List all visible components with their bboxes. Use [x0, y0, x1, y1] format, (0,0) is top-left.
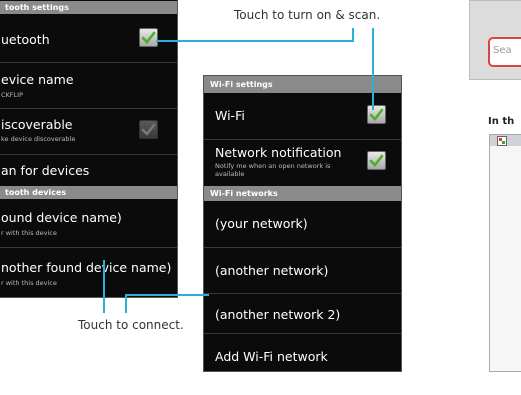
add-wifi-network-row[interactable]: Add Wi-Fi network — [204, 333, 401, 371]
bluetooth-settings-header: tooth settings — [0, 1, 177, 14]
add-wifi-network-label: Add Wi-Fi network — [215, 349, 328, 364]
network-row[interactable]: (your network) — [204, 201, 401, 247]
device-name-row[interactable]: evice name CKFLIP — [0, 62, 177, 109]
network-label: (another network) — [215, 263, 329, 278]
found-device-row[interactable]: ound device name) r with this device — [0, 200, 177, 247]
search-box[interactable]: Sea — [488, 37, 521, 67]
device-name-label: evice name — [1, 72, 74, 87]
discoverable-description: ke device discoverable — [1, 135, 76, 143]
network-notification-checkbox[interactable] — [367, 151, 386, 170]
network-label: (your network) — [215, 216, 308, 231]
bluetooth-label: uetooth — [1, 32, 50, 47]
bluetooth-settings-panel: tooth settings uetooth evice name CKFLIP… — [0, 0, 178, 298]
checkmark-icon — [141, 31, 156, 44]
network-notification-row[interactable]: Network notification Notify me when an o… — [204, 139, 401, 186]
callout-connector — [125, 294, 209, 296]
wifi-networks-header: Wi-Fi networks — [204, 186, 401, 201]
found-device-label: ound device name) — [1, 210, 122, 225]
callout-connector — [125, 296, 127, 313]
discoverable-label: iscoverable — [1, 117, 73, 132]
network-label: (another network 2) — [215, 307, 341, 322]
callout-connector — [103, 260, 105, 313]
found-device-subtitle: r with this device — [1, 229, 57, 237]
network-notification-label: Network notification — [215, 145, 342, 160]
browser-window-fragment — [489, 134, 521, 372]
bluetooth-toggle-row[interactable]: uetooth — [0, 15, 177, 62]
app-icon — [497, 136, 507, 146]
network-notification-description: Notify me when an open network is availa… — [215, 162, 331, 178]
network-row[interactable]: (another network) — [204, 247, 401, 294]
discoverable-row[interactable]: iscoverable ke device discoverable — [0, 108, 177, 155]
scan-label: an for devices — [1, 163, 90, 178]
wifi-settings-panel: Wi-Fi settings Wi-Fi Network notificatio… — [203, 75, 402, 372]
another-found-device-label: nother found device name) — [1, 260, 172, 275]
network-row[interactable]: (another network 2) — [204, 293, 401, 334]
search-widget-frame: Sea — [469, 0, 521, 80]
scan-for-devices-row[interactable]: an for devices — [0, 154, 177, 185]
section-heading: In th — [488, 116, 515, 127]
checkmark-icon — [369, 154, 384, 167]
another-found-device-row[interactable]: nother found device name) r with this de… — [0, 247, 177, 297]
callout-touch-to-connect: Touch to connect. — [78, 318, 184, 332]
callout-turn-on-scan: Touch to turn on & scan. — [234, 8, 381, 22]
browser-title-bar — [490, 135, 521, 146]
discoverable-checkbox[interactable] — [139, 120, 158, 139]
wifi-label: Wi-Fi — [215, 108, 245, 123]
device-name-value: CKFLIP — [1, 91, 23, 99]
wifi-checkbox[interactable] — [367, 105, 386, 124]
another-found-device-subtitle: r with this device — [1, 279, 57, 287]
bluetooth-checkbox[interactable] — [139, 28, 158, 47]
callout-connector — [372, 28, 374, 110]
callout-connector — [156, 40, 354, 42]
checkmark-icon — [141, 123, 156, 136]
bluetooth-devices-header: tooth devices — [0, 186, 177, 199]
search-placeholder: Sea — [493, 45, 512, 56]
